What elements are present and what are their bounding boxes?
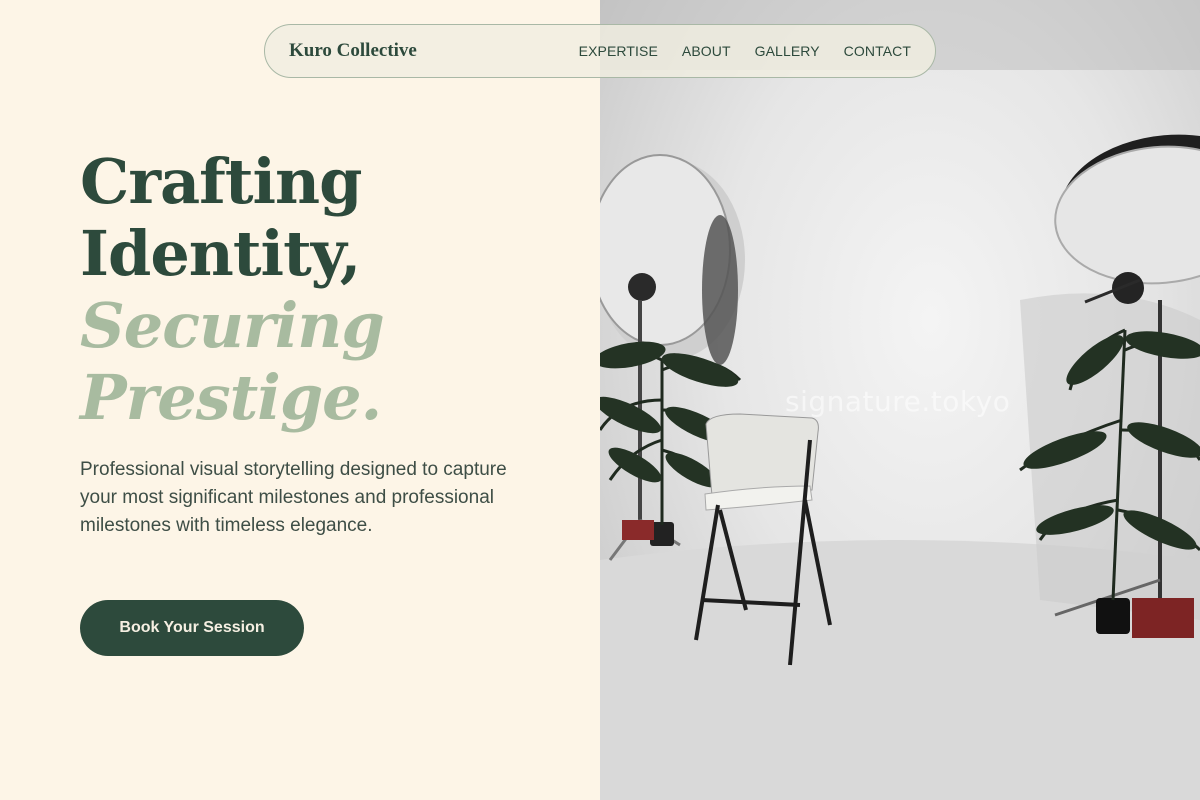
headline-line-3: Securing (80, 289, 385, 362)
headline-line-4: Prestige. (80, 361, 382, 434)
nav-links: EXPERTISE ABOUT GALLERY CONTACT (579, 43, 911, 59)
hero-headline: Crafting Identity, Securing Prestige. (80, 145, 385, 434)
headline-line-1: Crafting (80, 145, 362, 218)
nav-link-about[interactable]: ABOUT (682, 43, 731, 59)
hero-photo: signature.tokyo (600, 0, 1200, 800)
hero-subtitle: Professional visual storytelling designe… (80, 459, 507, 536)
headline-line-2: Identity, (80, 217, 361, 290)
photo-watermark: signature.tokyo (785, 385, 1011, 418)
nav-link-contact[interactable]: CONTACT (844, 43, 911, 59)
brand-logo[interactable]: Kuro Collective (289, 40, 417, 62)
nav-link-expertise[interactable]: EXPERTISE (579, 43, 658, 59)
book-session-button[interactable]: Book Your Session (80, 600, 304, 656)
top-navigation: Kuro Collective EXPERTISE ABOUT GALLERY … (264, 24, 936, 78)
nav-link-gallery[interactable]: GALLERY (755, 43, 820, 59)
